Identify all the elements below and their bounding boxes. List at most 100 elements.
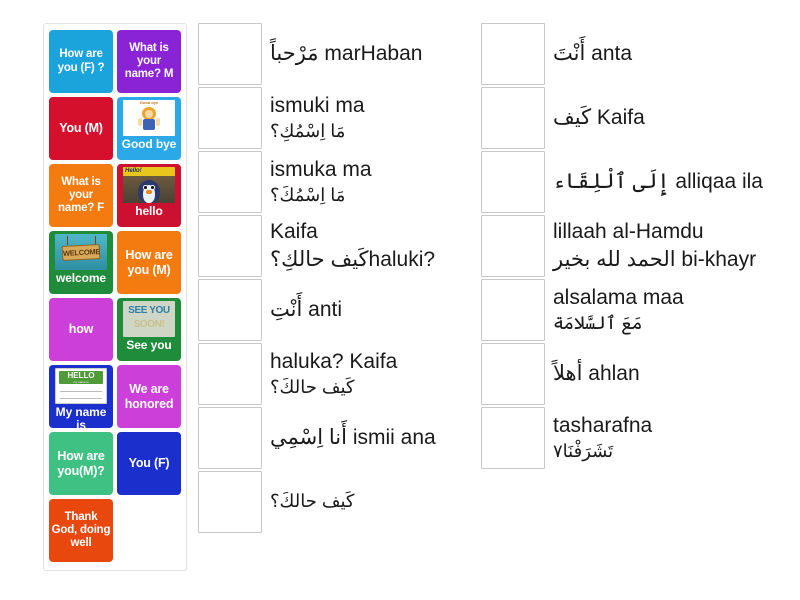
drop-slot[interactable] xyxy=(481,215,545,277)
tile-what-is-your-name-m[interactable]: What is your name? M xyxy=(117,30,181,93)
hello-my-name-is-nametag-image: HELLO my name is xyxy=(55,368,107,404)
tile-label: How are you (F) ? xyxy=(57,48,105,74)
tile-you-m[interactable]: You (M) xyxy=(49,97,113,160)
answer-line: كَيف حالكَ؟ xyxy=(270,491,355,512)
answer-line: أَنْتِ anti xyxy=(270,298,343,322)
answer-text: أَنا اِسْمِي ismii ana xyxy=(262,407,473,469)
answer-line: كَيف حالكِ؟haluki? xyxy=(270,248,436,271)
tile-see-you[interactable]: SEE YOU SOON! See you xyxy=(117,298,181,361)
sign-rope-left xyxy=(67,236,68,245)
answers-column-middle: مَرْحباً marHaban ismuki ma مَا اِسْمُكِ؟ i… xyxy=(198,23,473,535)
answer-text: كَيف حالكَ؟ xyxy=(262,471,473,533)
tile-we-are-honored[interactable]: We are honored xyxy=(117,365,181,428)
match-up-activity: How are you (F) ? What is your name? M You… xyxy=(0,0,800,600)
drop-slot[interactable] xyxy=(198,87,262,149)
answer-text: Kaifa كَيف حالكِ؟haluki? xyxy=(262,215,473,277)
answer-text: haluka? Kaifa كَيف حالكَ؟ xyxy=(262,343,473,405)
drop-slot[interactable] xyxy=(198,215,262,277)
tile-label: You (M) xyxy=(59,121,103,136)
tile-label: What is your name? M xyxy=(124,41,174,81)
answer-line: الحمد لله بخير bi-khayr xyxy=(553,248,757,271)
answer-line: كَيف حالكَ؟ xyxy=(270,376,355,397)
answer-row: lillaah al-Hamdu الحمد لله بخير bi-khayr xyxy=(481,215,781,277)
character-arm-left xyxy=(138,118,142,126)
answer-line: أهلاً ahlan xyxy=(553,362,640,386)
answer-text: أهلاً ahlan xyxy=(545,343,781,405)
tile-label: My name is xyxy=(55,405,107,428)
answer-text: أَنْتَ anta xyxy=(545,23,781,85)
goodbye-caption-text: Good bye xyxy=(139,100,159,105)
drop-slot[interactable] xyxy=(481,279,545,341)
answer-row: مَرْحباً marHaban xyxy=(198,23,473,85)
answer-line: مَا اِسْمُكِ؟ xyxy=(270,120,346,141)
answer-text: كَيف Kaifa xyxy=(545,87,781,149)
answer-row: tasharafna تَشَرَفْنَا٧ xyxy=(481,407,781,469)
tile-label: How are you (M) xyxy=(125,248,173,277)
goodbye-character-image: Good bye xyxy=(123,100,175,136)
drop-slot[interactable] xyxy=(198,23,262,85)
welcome-sign-text: WELCOME xyxy=(61,244,101,261)
answer-line: tasharafna xyxy=(553,414,653,438)
drop-slot[interactable] xyxy=(481,151,545,213)
see-you-soon-image: SEE YOU SOON! xyxy=(123,301,175,337)
answer-row: كَيف حالكَ؟ xyxy=(198,471,473,533)
penguin-hello-image: Hello! xyxy=(123,167,175,203)
tile-you-f[interactable]: You (F) xyxy=(117,432,181,495)
nametag-hello-text: HELLO my name is xyxy=(59,371,103,384)
answer-line: haluka? Kaifa xyxy=(270,350,398,374)
penguin-beak xyxy=(146,190,152,194)
answer-line: إِلَى ٱلْلِقَاء alliqaa ila xyxy=(553,170,763,194)
answer-line: مَعَ ٱلسَّلامَة xyxy=(553,312,643,333)
tile-label: Thank God, doing well xyxy=(51,510,111,550)
drop-slot[interactable] xyxy=(198,407,262,469)
drop-slot[interactable] xyxy=(198,343,262,405)
tile-label: Good bye xyxy=(121,137,177,151)
tile-good-bye[interactable]: Good bye Good bye xyxy=(117,97,181,160)
answer-row: أَنا اِسْمِي ismii ana xyxy=(198,407,473,469)
drop-slot[interactable] xyxy=(481,407,545,469)
tile-label: You (F) xyxy=(128,456,170,471)
answer-text: ismuka ma مَا اِسْمُكَ؟ xyxy=(262,151,473,213)
answer-line: alsalama maa xyxy=(553,286,684,310)
tile-label: See you xyxy=(126,338,172,352)
nametag-subtext: my name is xyxy=(73,380,89,384)
drop-slot[interactable] xyxy=(481,23,545,85)
hello-banner-text: Hello! xyxy=(123,167,175,176)
tile-label: how xyxy=(68,322,94,337)
answer-row: ismuka ma مَا اِسْمُكَ؟ xyxy=(198,151,473,213)
character-body xyxy=(143,119,155,130)
drop-slot[interactable] xyxy=(198,471,262,533)
answer-line: أَنا اِسْمِي ismii ana xyxy=(270,426,436,450)
nametag-writing-line-1 xyxy=(60,391,102,392)
answer-line: Kaifa xyxy=(270,220,318,244)
answer-row: Kaifa كَيف حالكِ؟haluki? xyxy=(198,215,473,277)
tile-welcome[interactable]: WELCOME welcome xyxy=(49,231,113,294)
drop-slot[interactable] xyxy=(198,151,262,213)
answer-line: أَنْتَ anta xyxy=(553,42,633,66)
tile-how-are-you-m[interactable]: How are you(M)? xyxy=(49,432,113,495)
tile-my-name-is[interactable]: HELLO my name is My name is xyxy=(49,365,113,428)
drop-slot[interactable] xyxy=(198,279,262,341)
see-you-line-2: SOON! xyxy=(133,319,165,330)
answer-text: lillaah al-Hamdu الحمد لله بخير bi-khayr xyxy=(545,215,781,277)
tile-how-are-you-f[interactable]: How are you (F) ? xyxy=(49,30,113,93)
tile-hello[interactable]: Hello! hello xyxy=(117,164,181,227)
welcome-sign-image: WELCOME xyxy=(55,234,107,270)
character-arm-right xyxy=(156,118,160,126)
tile-label: What is your name? F xyxy=(58,175,104,215)
answer-row: haluka? Kaifa كَيف حالكَ؟ xyxy=(198,343,473,405)
tile-label: hello xyxy=(135,204,163,218)
answer-text: alsalama maa مَعَ ٱلسَّلامَة xyxy=(545,279,781,341)
answer-line: كَيف Kaifa xyxy=(553,106,645,130)
tile-what-is-your-name-f[interactable]: What is your name? F xyxy=(49,164,113,227)
answer-row: إِلَى ٱلْلِقَاء alliqaa ila xyxy=(481,151,781,213)
answer-text: ismuki ma مَا اِسْمُكِ؟ xyxy=(262,87,473,149)
drop-slot[interactable] xyxy=(481,87,545,149)
answer-row: أَنْتَ anta xyxy=(481,23,781,85)
drop-slot[interactable] xyxy=(481,343,545,405)
tile-how[interactable]: how xyxy=(49,298,113,361)
answer-line: ismuka ma xyxy=(270,158,372,182)
draggable-tile-tray[interactable]: How are you (F) ? What is your name? M You… xyxy=(43,23,187,571)
tile-how-are-you-m[interactable]: How are you (M) xyxy=(117,231,181,294)
tile-thank-god-doing-well[interactable]: Thank God, doing well xyxy=(49,499,113,562)
